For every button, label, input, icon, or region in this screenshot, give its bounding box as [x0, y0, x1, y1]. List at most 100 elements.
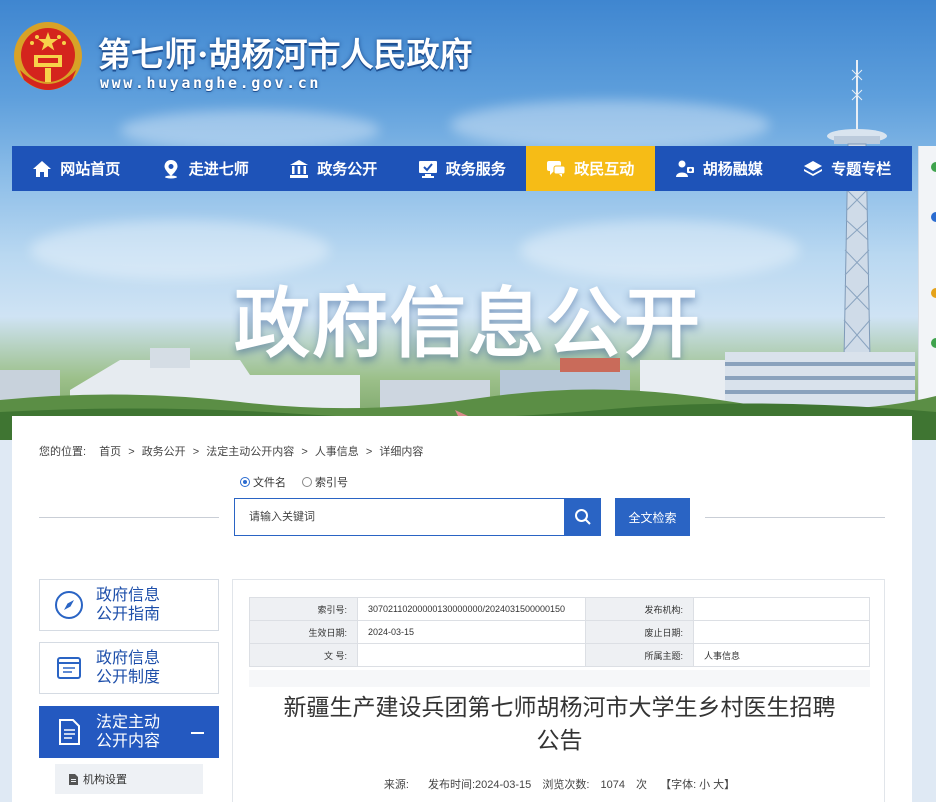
views-unit: 次 — [636, 779, 648, 791]
sidebar-item-label: 法定主动 公开内容 — [96, 713, 160, 751]
publish-date: 2024-03-15 — [475, 779, 532, 791]
breadcrumb-prefix: 您的位置: — [39, 446, 87, 458]
meta-docno-value — [357, 643, 586, 667]
layers-icon — [803, 159, 823, 179]
radio-circle — [240, 477, 250, 487]
nav-item-media[interactable]: 胡杨融媒 — [655, 146, 784, 191]
radio-label: 索引号 — [315, 477, 348, 489]
divider — [39, 517, 219, 518]
breadcrumb-statutory[interactable]: 法定主动公开内容 — [206, 446, 294, 458]
search-box — [234, 498, 565, 536]
nav-label: 走进七师 — [188, 161, 249, 178]
font-label: 【字体: — [660, 779, 697, 791]
collapse-minus-icon[interactable] — [191, 732, 204, 734]
location-pin-icon — [161, 159, 181, 179]
meta-publisher-value — [693, 597, 870, 621]
metadata-table: 索引号: 30702110200000130000000/20240315000… — [249, 597, 870, 667]
file-icon — [69, 773, 78, 785]
radio-circle — [302, 477, 312, 487]
subitem-label: 机构设置 — [83, 774, 127, 786]
meta-label: 文 号: — [249, 643, 358, 667]
breadcrumb-home[interactable]: 首页 — [99, 446, 121, 458]
nav-label: 专题专栏 — [831, 161, 892, 178]
monitor-check-icon — [418, 159, 438, 179]
nav-label: 网站首页 — [60, 161, 121, 178]
sidebar-label-line: 公开制度 — [96, 669, 161, 686]
article-panel: 索引号: 30702110200000130000000/20240315000… — [232, 579, 885, 802]
nav-item-gov-affairs[interactable]: 政务公开 — [269, 146, 398, 191]
views-count: 1074 — [600, 779, 625, 791]
main-content-area: 您的位置: 首页 > 政务公开 > 法定主动公开内容 > 人事信息 > 详细内容… — [12, 416, 912, 802]
camera-person-icon — [675, 159, 695, 179]
publish-label: 发布时间: — [427, 779, 476, 791]
sidebar-subitem-organization[interactable]: 机构设置 — [55, 764, 203, 794]
font-large-link[interactable]: 大 — [713, 779, 724, 791]
nav-item-services[interactable]: 政务服务 — [398, 146, 527, 191]
site-url: www.huyanghe.gov.cn — [100, 74, 321, 92]
nav-item-about[interactable]: 走进七师 — [141, 146, 270, 191]
meta-label: 所属主题: — [585, 643, 694, 667]
sidebar-item-label: 政府信息 公开制度 — [96, 649, 160, 687]
search-type-selector: 文件名 索引号 — [240, 474, 348, 490]
metadata-footer-strip — [249, 670, 870, 687]
meta-expiry-value — [693, 620, 870, 644]
source-label: 来源: — [383, 779, 409, 791]
main-navigation: 网站首页 走进七师 政务公开 政务服务 政民互动 胡杨融媒 专题专栏 — [12, 146, 912, 191]
nav-label: 政务服务 — [445, 161, 506, 178]
chat-bubble-icon — [546, 159, 566, 179]
font-small-link[interactable]: 小 — [699, 779, 710, 791]
breadcrumb: 您的位置: 首页 > 政务公开 > 法定主动公开内容 > 人事信息 > 详细内容 — [39, 443, 427, 459]
meta-label: 废止日期: — [585, 620, 694, 644]
breadcrumb-separator: > — [301, 446, 308, 458]
article-meta-line: 来源: 发布时间:2024-03-15 浏览次数: 1074 次 【字体: 小大】 — [233, 776, 886, 792]
meta-topic-value: 人事信息 — [693, 643, 870, 667]
sidebar-item-label: 政府信息 公开指南 — [96, 586, 160, 624]
float-icon — [931, 162, 936, 172]
document-icon — [59, 719, 80, 745]
sidebar-item-guide[interactable]: 政府信息 公开指南 — [39, 579, 219, 631]
compass-icon — [55, 591, 83, 619]
nav-item-interaction[interactable]: 政民互动 — [526, 146, 655, 191]
breadcrumb-separator: > — [365, 446, 373, 458]
meta-label: 生效日期: — [249, 620, 358, 644]
table-row: 生效日期: 2024-03-15 废止日期: — [249, 620, 870, 644]
sidebar-item-system[interactable]: 政府信息 公开制度 — [39, 642, 219, 694]
font-close: 】 — [724, 779, 736, 791]
site-title[interactable]: 第七师·胡杨河市人民政府 — [98, 28, 473, 76]
nav-item-home[interactable]: 网站首页 — [12, 146, 141, 191]
home-icon — [32, 159, 52, 179]
breadcrumb-personnel[interactable]: 人事信息 — [315, 446, 359, 458]
fulltext-search-button[interactable]: 全文检索 — [615, 498, 690, 536]
breadcrumb-current: 详细内容 — [379, 446, 424, 458]
divider — [705, 517, 885, 518]
nav-label: 胡杨融媒 — [702, 161, 763, 178]
sidebar-label-line: 公开内容 — [96, 733, 161, 750]
meta-label: 索引号: — [249, 597, 358, 621]
breadcrumb-separator: > — [128, 446, 135, 458]
book-icon — [57, 657, 81, 679]
meta-index-value: 30702110200000130000000/2024031500000150 — [357, 597, 586, 621]
breadcrumb-gov-affairs[interactable]: 政务公开 — [142, 446, 186, 458]
float-icon — [931, 212, 936, 222]
government-building-icon — [289, 159, 309, 179]
search-button[interactable] — [564, 498, 601, 536]
nav-label: 政民互动 — [574, 161, 635, 178]
radio-label: 文件名 — [253, 477, 286, 489]
nav-item-special[interactable]: 专题专栏 — [783, 146, 912, 191]
meta-label: 发布机构: — [585, 597, 694, 621]
sidebar-label-line: 法定主动 — [96, 714, 161, 731]
search-icon — [574, 509, 591, 525]
national-emblem-logo — [14, 22, 82, 90]
font-size-control: 【字体: 小大】 — [660, 779, 735, 791]
views-label: 浏览次数: — [542, 779, 590, 791]
search-input[interactable] — [235, 499, 564, 535]
radio-index-number[interactable]: 索引号 — [302, 474, 348, 490]
article-title: 新疆生产建设兵团第七师胡杨河市大学生乡村医生招聘公告 — [283, 695, 836, 754]
radio-filename[interactable]: 文件名 — [240, 474, 286, 490]
breadcrumb-separator: > — [192, 446, 200, 458]
table-row: 文 号: 所属主题: 人事信息 — [249, 643, 870, 667]
sidebar-label-line: 政府信息 — [96, 650, 161, 667]
nav-label: 政务公开 — [317, 161, 378, 178]
sidebar-item-statutory[interactable]: 法定主动 公开内容 — [39, 706, 219, 758]
table-row: 索引号: 30702110200000130000000/20240315000… — [249, 597, 870, 621]
